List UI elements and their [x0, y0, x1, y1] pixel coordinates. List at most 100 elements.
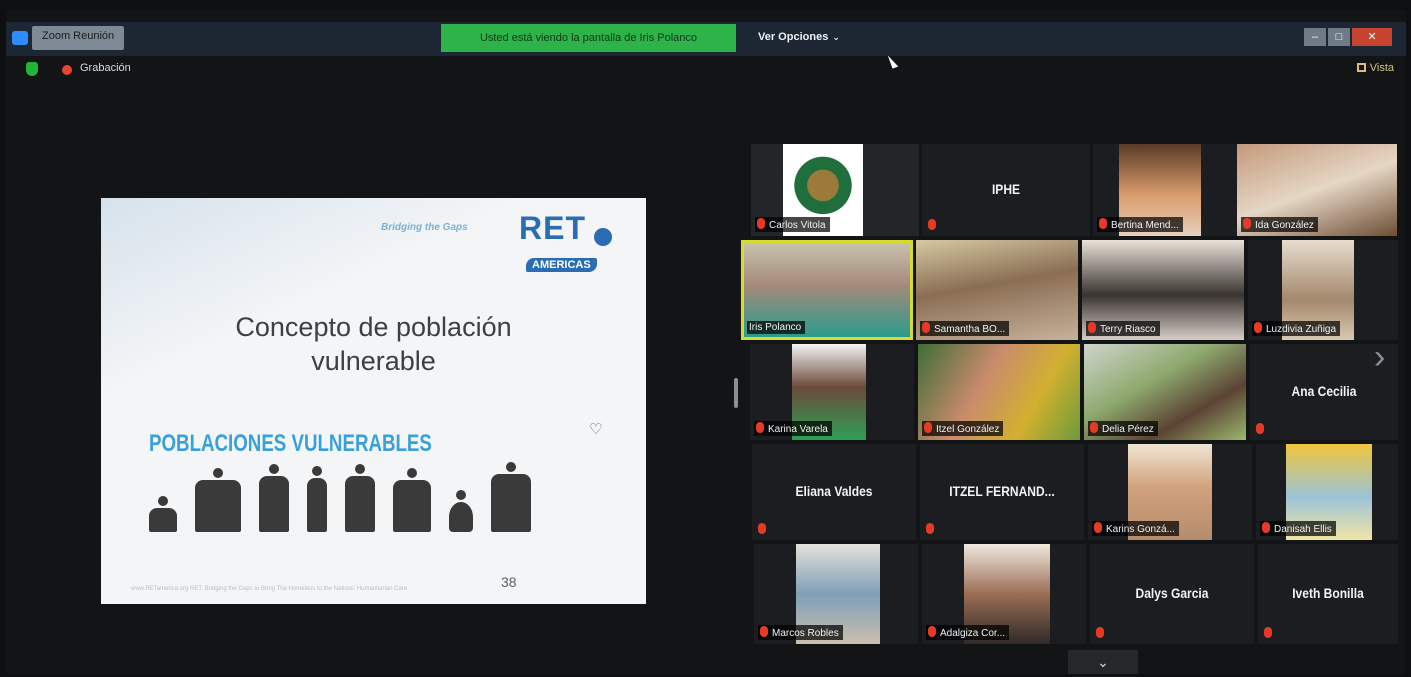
participant-name-label: Carlos Vitola: [755, 217, 830, 232]
participant-tile[interactable]: Ida González: [1237, 144, 1397, 236]
muted-mic-icon: [924, 422, 932, 433]
participant-name: Adalgiza Cor...: [940, 628, 1006, 639]
participant-name: Itzel González: [936, 424, 1000, 435]
participant-tile[interactable]: Iveth Bonilla: [1258, 544, 1398, 644]
slide-footer: www.RETamerica.org RET, Bridging the Gap…: [131, 586, 408, 592]
participant-name: Luzdivia Zuñiga: [1266, 324, 1337, 335]
muted-mic-icon: [760, 626, 768, 637]
muted-mic-icon: [1099, 218, 1107, 229]
participant-name: Delia Pérez: [1102, 424, 1154, 435]
participant-tile[interactable]: Dalys Garcia: [1090, 544, 1254, 644]
heart-icon: ♡: [589, 421, 603, 438]
shared-slide: Bridging the Gaps RET AMERICAS Concepto …: [101, 198, 646, 604]
participant-name: Iris Polanco: [749, 322, 802, 333]
participant-name: Karins Gonzá...: [1106, 524, 1175, 535]
view-layout-button[interactable]: Vista: [1356, 62, 1394, 74]
participant-name: Marcos Robles: [772, 628, 839, 639]
ret-logo-subtext: AMERICAS: [526, 258, 597, 272]
minimize-button[interactable]: –: [1304, 28, 1326, 46]
participant-tile[interactable]: Carlos Vitola: [751, 144, 919, 236]
participant-name: ITZEL FERNAND...: [949, 483, 1055, 499]
participant-name: Bertina Mend...: [1111, 220, 1179, 231]
participant-tile[interactable]: ITZEL FERNAND...: [920, 444, 1084, 540]
maximize-button[interactable]: □: [1328, 28, 1350, 46]
muted-mic-icon: [1264, 627, 1272, 638]
participant-name: Carlos Vitola: [769, 220, 826, 231]
participant-name-label: Itzel González: [922, 421, 1004, 436]
muted-mic-icon: [928, 219, 936, 230]
recording-label: Grabación: [80, 62, 131, 74]
collapse-toolbar-button[interactable]: ⌄: [1068, 650, 1138, 674]
participant-tile[interactable]: Bertina Mend...: [1093, 144, 1261, 236]
slide-section-title: POBLACIONES VULNERABLES: [149, 430, 432, 457]
muted-mic-icon: [1094, 522, 1102, 533]
slide-title-line2: vulnerable: [311, 346, 436, 376]
next-page-arrow-icon[interactable]: ›: [1374, 338, 1385, 377]
muted-mic-icon: [922, 322, 930, 333]
muted-mic-icon: [1243, 218, 1251, 229]
participant-tile[interactable]: Itzel González: [918, 344, 1080, 440]
wheelchair-icon: [449, 490, 473, 532]
muted-mic-icon: [1262, 522, 1270, 533]
participant-name-label: Karins Gonzá...: [1092, 521, 1179, 536]
participant-name-label: Bertina Mend...: [1097, 217, 1183, 232]
muted-mic-icon: [1254, 322, 1262, 333]
title-bar: Zoom Reunión Usted está viendo la pantal…: [6, 22, 1406, 56]
muted-mic-icon: [757, 218, 765, 229]
participant-tile[interactable]: Delia Pérez: [1084, 344, 1246, 440]
view-layout-label: Vista: [1369, 62, 1394, 74]
participant-tile[interactable]: Eliana Valdes: [752, 444, 916, 540]
participant-tile[interactable]: Samantha BO...: [916, 240, 1078, 340]
screen-share-banner: Usted está viendo la pantalla de Iris Po…: [441, 24, 736, 52]
close-button[interactable]: ✕: [1352, 28, 1392, 46]
ret-logo-text: RET: [519, 210, 586, 246]
grid-icon: [1356, 63, 1366, 72]
security-shield-icon[interactable]: [26, 62, 38, 76]
participant-name: IPHE: [991, 181, 1021, 197]
participant-tile[interactable]: IPHE: [922, 144, 1090, 236]
chevron-down-icon: ⌄: [832, 32, 840, 42]
participant-tile[interactable]: Karina Varela: [750, 344, 914, 440]
panel-resize-handle[interactable]: [734, 378, 738, 408]
participant-name: Ida González: [1255, 220, 1314, 231]
participant-name-label: Delia Pérez: [1088, 421, 1158, 436]
participant-name-label: Ida González: [1241, 217, 1318, 232]
participant-tile[interactable]: Luzdivia Zuñiga: [1248, 240, 1398, 340]
zoom-app-icon: [12, 31, 28, 45]
participant-tile-active-speaker[interactable]: Iris Polanco: [741, 240, 913, 340]
muted-mic-icon: [1088, 322, 1096, 333]
pregnant-woman-icon: [259, 464, 289, 532]
participant-name-label: Marcos Robles: [758, 625, 843, 640]
participant-tile[interactable]: Karins Gonzá...: [1088, 444, 1252, 540]
slide-tagline: Bridging the Gaps: [381, 222, 468, 233]
participant-name-label: Danisah Ellis: [1260, 521, 1336, 536]
slide-title: Concepto de población vulnerable: [101, 310, 646, 378]
muted-mic-icon: [1096, 627, 1104, 638]
participant-tile[interactable]: Marcos Robles: [754, 544, 918, 644]
muted-mic-icon: [756, 422, 764, 433]
participant-tile[interactable]: Danisah Ellis: [1256, 444, 1398, 540]
participant-name: Dalys Garcia: [1135, 585, 1209, 601]
participant-tile[interactable]: Adalgiza Cor...: [922, 544, 1086, 644]
view-options-button[interactable]: Ver Opciones ⌄: [758, 31, 840, 43]
participant-name: Terry Riasco: [1100, 324, 1156, 335]
slide-title-line1: Concepto de población: [235, 312, 512, 342]
zoom-window: Zoom Reunión Usted está viendo la pantal…: [6, 10, 1406, 674]
elderly-person-icon: [307, 466, 327, 532]
couple-icon: [345, 464, 375, 532]
muted-mic-icon: [926, 523, 934, 534]
muted-mic-icon: [928, 626, 936, 637]
participant-name: Ana Cecilia: [1291, 383, 1357, 399]
participant-tile[interactable]: Terry Riasco: [1082, 240, 1244, 340]
helping-person-icon: [393, 468, 431, 532]
window-controls: – □ ✕: [1304, 28, 1392, 46]
participant-name: Eliana Valdes: [795, 483, 873, 499]
participant-name: Iveth Bonilla: [1292, 585, 1364, 601]
muted-mic-icon: [758, 523, 766, 534]
family-icon: [195, 468, 241, 532]
slide-page-number: 38: [501, 574, 517, 590]
muted-mic-icon: [1256, 423, 1264, 434]
app-title: Zoom Reunión: [32, 26, 125, 50]
participant-name-label: Adalgiza Cor...: [926, 625, 1010, 640]
participant-name-label: Samantha BO...: [920, 321, 1010, 336]
